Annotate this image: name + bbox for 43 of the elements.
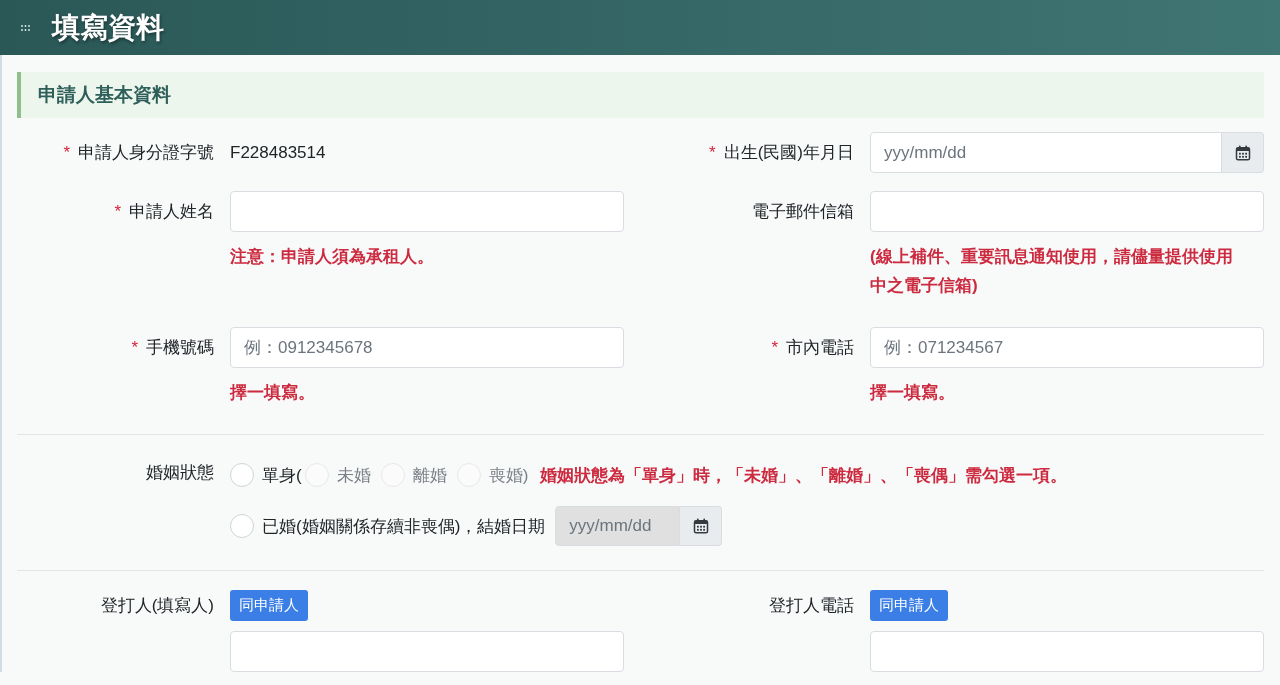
calendar-icon bbox=[1234, 144, 1251, 161]
required-mark: * bbox=[114, 201, 121, 222]
help-text: 注意：申請人須為承租人。 bbox=[230, 246, 435, 268]
field-label: 市內電話 bbox=[786, 337, 854, 359]
calendar-button[interactable] bbox=[680, 506, 723, 546]
text-input[interactable] bbox=[870, 191, 1264, 232]
field-value: F228483514 bbox=[230, 142, 327, 164]
help-text: 擇一填寫。 bbox=[870, 382, 956, 404]
radio-label: 單身( bbox=[262, 464, 302, 487]
required-mark: * bbox=[771, 337, 778, 358]
radio-label: 已婚(婚姻關係存續非喪偶)，結婚日期 bbox=[262, 515, 546, 538]
field-label: 婚姻狀態 bbox=[146, 462, 214, 484]
same-as-applicant-button[interactable]: 同申請人 bbox=[870, 590, 948, 621]
calendar-icon bbox=[692, 518, 709, 534]
text-input[interactable] bbox=[870, 631, 1264, 672]
radio-label: 離婚 bbox=[412, 464, 447, 487]
help-text: (線上補件、重要訊息通知使用，請儘量提供使用中之電子信箱) bbox=[870, 246, 1234, 297]
field-label: 申請人身分證字號 bbox=[78, 142, 214, 164]
required-mark: * bbox=[63, 142, 70, 163]
grip-dots-icon bbox=[21, 24, 30, 31]
section-header: 申請人基本資料 bbox=[17, 72, 1264, 118]
same-as-applicant-button[interactable]: 同申請人 bbox=[230, 590, 308, 621]
text-input[interactable]: 例：071234567 bbox=[870, 327, 1264, 368]
field-label: 手機號碼 bbox=[146, 337, 214, 359]
help-text: 擇一填寫。 bbox=[230, 382, 316, 404]
field-label: 電子郵件信箱 bbox=[752, 201, 854, 223]
radio-button[interactable] bbox=[230, 463, 254, 487]
date-input[interactable]: yyy/mm/dd bbox=[870, 132, 1222, 173]
required-mark: * bbox=[131, 337, 138, 358]
text-input[interactable] bbox=[230, 191, 624, 232]
radio-label: 喪婚) bbox=[488, 464, 529, 487]
required-mark: * bbox=[709, 142, 716, 163]
field-label: 出生(民國)年月日 bbox=[723, 142, 854, 164]
field-label: 申請人姓名 bbox=[129, 201, 214, 223]
field-label: 登打人電話 bbox=[769, 595, 854, 617]
radio-button[interactable] bbox=[230, 514, 254, 538]
help-text: 婚姻狀態為「單身」時，「未婚」、「離婚」、「喪偶」需勾選一項。 bbox=[540, 464, 1068, 487]
page-title: 填寫資料 bbox=[52, 10, 164, 45]
field-label: 登打人(填寫人) bbox=[100, 595, 214, 617]
text-input[interactable] bbox=[230, 631, 624, 672]
text-input[interactable]: 例：0912345678 bbox=[230, 327, 624, 368]
radio-label: 未婚 bbox=[336, 464, 371, 487]
calendar-button[interactable] bbox=[1222, 132, 1264, 173]
